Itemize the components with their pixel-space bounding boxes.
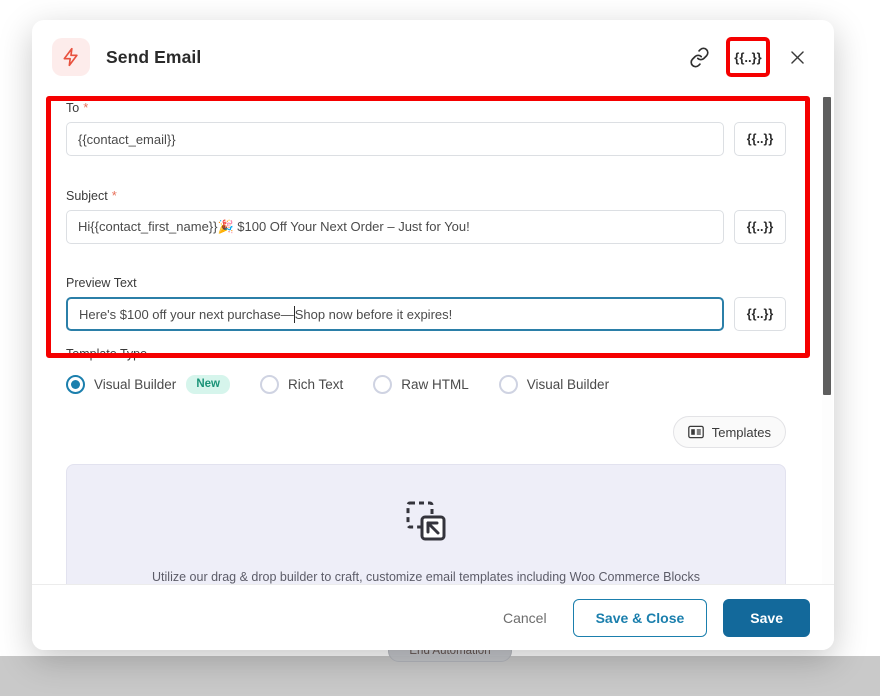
close-icon[interactable] — [782, 42, 812, 72]
radio-label: Visual Builder — [94, 377, 177, 392]
preview-text-after-caret: Shop now before it expires! — [294, 306, 453, 322]
save-button[interactable]: Save — [723, 598, 810, 637]
required-marker: * — [111, 188, 117, 203]
page-title: Send Email — [106, 46, 202, 67]
field-to-label: To * — [66, 100, 89, 115]
templates-button[interactable]: Templates — [672, 416, 786, 448]
modal-header: Send Email {{..}} — [32, 20, 834, 94]
template-type-label: Template Type — [66, 347, 148, 361]
radio-visual-builder-new[interactable]: Visual Builder New — [66, 375, 230, 394]
radio-indicator — [66, 375, 85, 394]
field-to: To* {{..}} — [56, 100, 796, 156]
header-actions: {{..}} — [684, 37, 812, 77]
field-to-row: {{..}} — [56, 122, 796, 156]
template-type-radio-group: Visual Builder New Rich Text Raw HTML Vi… — [66, 375, 786, 394]
insert-token-button[interactable]: {{..}} — [726, 37, 770, 77]
radio-label: Rich Text — [287, 377, 344, 392]
radio-indicator — [498, 375, 518, 394]
field-preview-text-label: Preview Text — [66, 276, 137, 290]
radio-rich-text[interactable]: Rich Text — [259, 375, 344, 394]
new-badge: New — [186, 375, 230, 394]
required-marker: * — [83, 100, 89, 115]
lightning-bolt-icon — [52, 38, 90, 76]
builder-caption: Utilize our drag & drop builder to craft… — [152, 570, 700, 584]
cancel-button[interactable]: Cancel — [493, 602, 557, 634]
field-subject-row: {{..}} — [56, 210, 796, 244]
to-input[interactable] — [66, 122, 724, 156]
radio-indicator — [373, 375, 393, 394]
modal-body: To* {{..}} Subject* {{..}} Preview Text … — [32, 94, 834, 584]
template-grid-icon — [687, 425, 704, 439]
template-type-section: Template Type Visual Builder New Rich Te… — [56, 347, 796, 394]
field-subject-label: Subject * — [66, 188, 117, 203]
scrollbar-thumb[interactable] — [823, 97, 831, 395]
radio-label: Visual Builder — [526, 377, 610, 392]
scrollbar-track[interactable] — [822, 94, 833, 584]
visual-builder-dropzone[interactable]: Utilize our drag & drop builder to craft… — [66, 464, 786, 584]
save-and-close-button[interactable]: Save & Close — [572, 598, 708, 637]
drag-and-drop-icon — [402, 497, 450, 550]
modal-footer: Cancel Save & Close Save — [32, 584, 834, 650]
preview-text-before-caret: Here's $100 off your next purchase— — [79, 306, 294, 322]
link-icon[interactable] — [684, 42, 714, 72]
radio-raw-html[interactable]: Raw HTML — [373, 375, 469, 394]
field-subject: Subject* {{..}} — [56, 188, 796, 244]
subject-token-button[interactable]: {{..}} — [734, 210, 786, 244]
radio-label: Raw HTML — [401, 377, 469, 392]
radio-visual-builder[interactable]: Visual Builder — [498, 375, 610, 394]
send-email-modal: Send Email {{..}} To * {{contact_email}}… — [32, 20, 834, 650]
templates-row: Templates — [56, 416, 796, 448]
field-preview-text-row: Here's $100 off your next purchase— Shop … — [56, 297, 796, 331]
preview-text-input[interactable]: Here's $100 off your next purchase— Shop … — [66, 297, 724, 331]
preview-text-token-button[interactable]: {{..}} — [734, 297, 786, 331]
scroll-content: To* {{..}} Subject* {{..}} Preview Text … — [32, 94, 820, 584]
radio-indicator — [259, 375, 279, 394]
field-preview-text: Preview Text Here's $100 off your next p… — [56, 276, 796, 331]
to-token-button[interactable]: {{..}} — [734, 122, 786, 156]
templates-button-label: Templates — [711, 424, 771, 440]
subject-input[interactable] — [66, 210, 724, 244]
